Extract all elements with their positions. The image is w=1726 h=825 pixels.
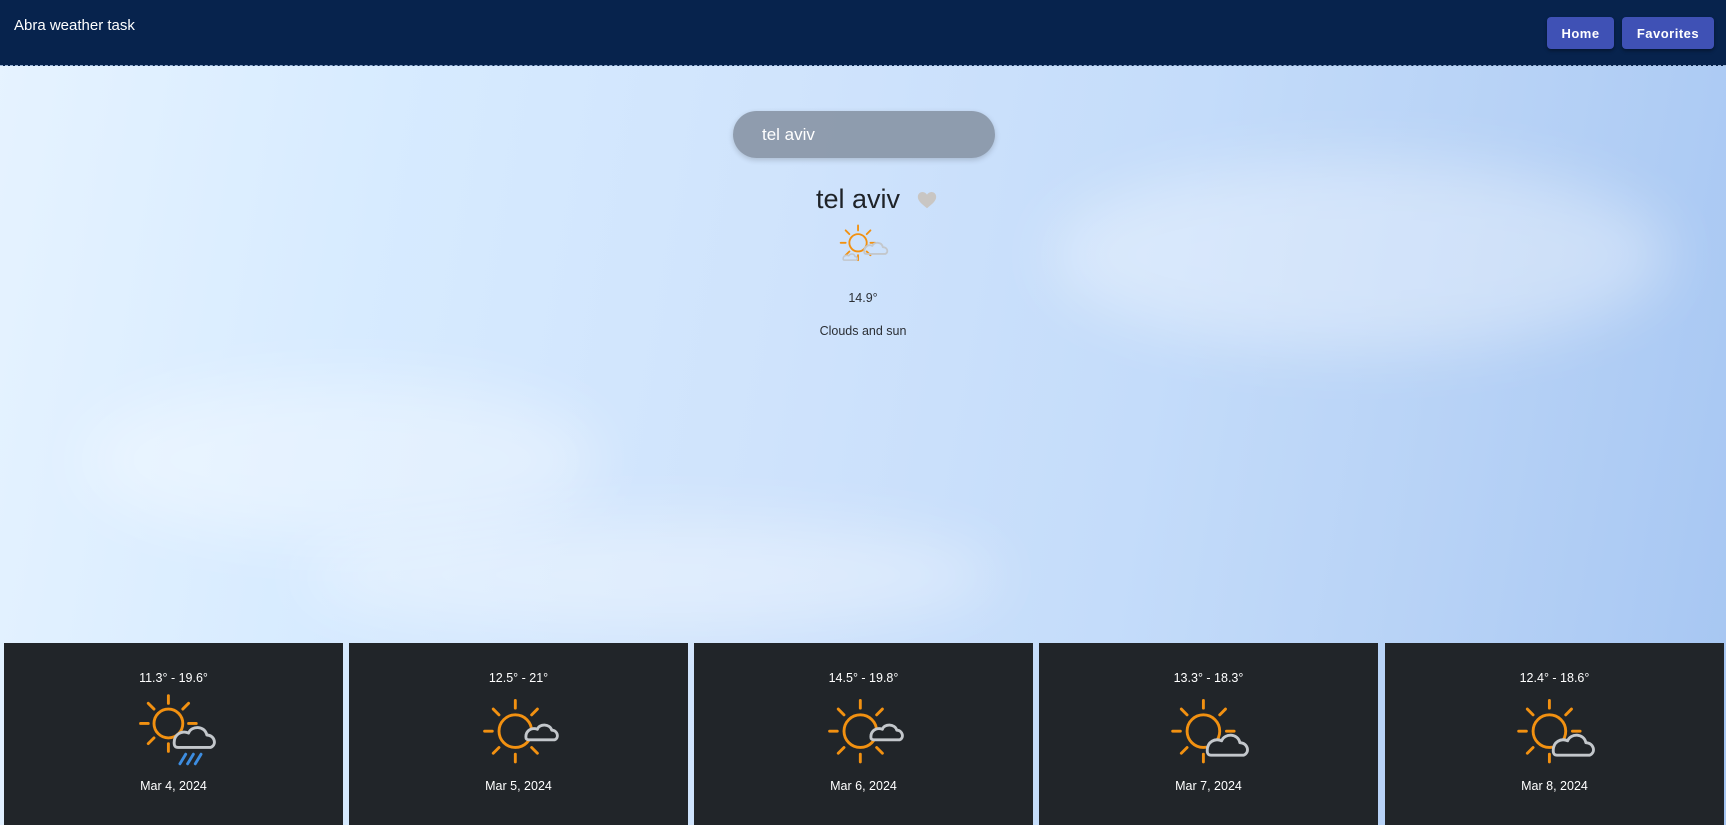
forecast-date: Mar 8, 2024	[1521, 779, 1588, 793]
city-name: tel aviv	[815, 184, 901, 214]
forecast-card: 13.3° - 18.3° Mar 7, 2024	[1039, 643, 1378, 825]
current-city-row: tel aviv	[0, 184, 1726, 215]
forecast-temp-range: 14.5° - 19.8°	[828, 671, 899, 685]
forecast-card: 12.5° - 21° Mar 5, 2024	[349, 643, 688, 825]
forecast-temp-range: 12.4° - 18.6°	[1519, 671, 1590, 685]
forecast-date: Mar 5, 2024	[485, 779, 552, 793]
home-button[interactable]: Home	[1547, 17, 1614, 49]
sun-cloud-rain-icon	[139, 694, 216, 766]
forecast-card: 14.5° - 19.8° Mar 6, 2024	[694, 643, 1033, 825]
forecast-card: 12.4° - 18.6° Mar 8, 2024	[1385, 643, 1724, 825]
sun-cloud-icon	[1517, 699, 1595, 764]
top-nav-bar: Abra weather task Home Favorites	[0, 0, 1726, 66]
forecast-temp-range: 11.3° - 19.6°	[139, 671, 208, 685]
forecast-temp-range: 13.3° - 18.3°	[1173, 671, 1244, 685]
sky-background-cloud	[300, 520, 1000, 630]
search-input[interactable]	[733, 111, 995, 158]
forecast-date: Mar 7, 2024	[1175, 779, 1242, 793]
sun-small-cloud-icon	[828, 699, 904, 764]
forecast-date: Mar 6, 2024	[830, 779, 897, 793]
favorite-heart-icon[interactable]	[916, 189, 938, 211]
forecast-card: 11.3° - 19.6° Mar 4, 2024	[4, 643, 343, 825]
sky-background-cloud	[80, 380, 600, 540]
forecast-date: Mar 4, 2024	[140, 779, 207, 793]
weather-description: Clouds and sun	[819, 324, 907, 338]
sun-cloud-icon	[1171, 699, 1249, 764]
forecast-temp-range: 12.5° - 21°	[488, 671, 549, 685]
app-title: Abra weather task	[14, 17, 135, 34]
sun-small-cloud-icon	[483, 699, 559, 764]
sun-cloud-icon	[839, 224, 889, 262]
favorites-button[interactable]: Favorites	[1622, 17, 1714, 49]
current-temperature: 14.9°	[848, 291, 878, 305]
